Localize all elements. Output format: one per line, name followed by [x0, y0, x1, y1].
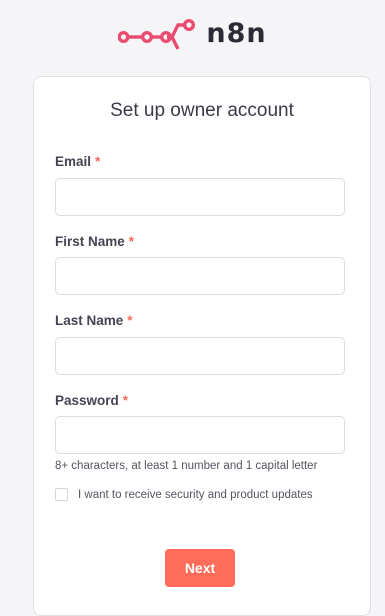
first-name-field[interactable] — [55, 257, 345, 295]
n8n-logo-icon — [118, 18, 196, 50]
required-marker: * — [128, 234, 135, 249]
last-name-field[interactable] — [55, 337, 345, 375]
password-field[interactable] — [55, 416, 345, 454]
required-marker: * — [95, 154, 101, 169]
first-name-label-text: First Name — [55, 234, 125, 249]
header-logo: n8n — [0, 0, 385, 66]
setup-card: Set up owner account Email * First Name * … — [33, 76, 371, 616]
required-marker: * — [127, 313, 133, 328]
first-name-label: First Name * — [55, 234, 134, 249]
updates-checkbox-row[interactable]: I want to receive security and product u… — [55, 488, 313, 501]
required-marker: * — [122, 393, 129, 408]
updates-checkbox-label: I want to receive security and product u… — [78, 488, 313, 501]
password-label: Password * — [55, 393, 128, 408]
email-label: Email * — [55, 154, 100, 169]
password-label-text: Password — [55, 393, 119, 408]
email-label-text: Email — [55, 154, 92, 169]
last-name-label: Last Name * — [55, 313, 133, 328]
page-title: Set up owner account — [110, 100, 294, 121]
email-field[interactable] — [55, 178, 345, 216]
updates-checkbox[interactable] — [55, 488, 68, 501]
password-hint: 8+ characters, at least 1 number and 1 c… — [55, 460, 318, 472]
brand-name: n8n — [206, 17, 267, 49]
next-button[interactable]: Next — [165, 549, 235, 587]
last-name-label-text: Last Name — [55, 313, 124, 328]
